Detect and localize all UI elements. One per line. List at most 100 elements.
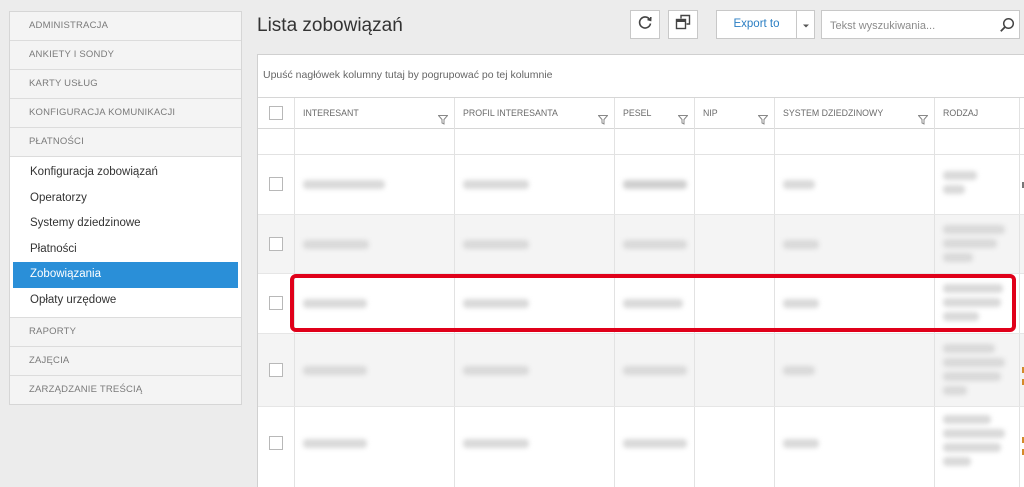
column-header-pesel[interactable]: PESEL <box>615 98 695 128</box>
search-box <box>821 10 1020 39</box>
cell-interesant <box>295 215 455 273</box>
cell-rodzaj <box>935 334 1020 406</box>
redacted-text <box>943 429 1005 438</box>
redacted-text <box>943 253 973 262</box>
column-label: PROFIL INTERESANTA <box>463 108 558 118</box>
column-header-truncated[interactable] <box>1020 98 1024 128</box>
cell-nip <box>695 215 775 273</box>
redacted-text <box>463 240 529 249</box>
redacted-text <box>623 439 687 448</box>
sidebar-section-raporty[interactable]: RAPORTY <box>10 318 241 347</box>
cell-pesel <box>615 155 695 214</box>
sidebar-section-zajecia[interactable]: ZAJĘCIA <box>10 347 241 376</box>
refresh-button[interactable] <box>630 10 660 39</box>
filter-row <box>258 128 1024 155</box>
redacted-text <box>943 239 997 248</box>
row-checkbox[interactable] <box>269 296 283 310</box>
sidebar-section-zarzadzanie-trescia[interactable]: ZARZĄDZANIE TREŚCIĄ <box>10 376 241 404</box>
page-title: Lista zobowiązań <box>257 15 403 36</box>
export-button[interactable]: Export to <box>716 10 797 39</box>
column-label: INTERESANT <box>303 108 359 118</box>
cell-system <box>775 334 935 406</box>
row-checkbox[interactable] <box>269 436 283 450</box>
redacted-text <box>943 185 965 194</box>
row-select-cell <box>258 407 295 487</box>
cell-nip <box>695 155 775 214</box>
grid-header: INTERESANT PROFIL INTERESANTA PESEL NIP … <box>258 97 1024 129</box>
table-row[interactable] <box>258 407 1024 487</box>
header-select-cell <box>258 98 295 128</box>
redacted-text <box>463 180 529 189</box>
sidebar-item-konfiguracja-zobowiazan[interactable]: Konfiguracja zobowiązań <box>13 160 238 186</box>
row-checkbox[interactable] <box>269 237 283 251</box>
cell-pesel <box>615 407 695 487</box>
caret-down-icon <box>802 16 810 34</box>
export-dropdown-button[interactable] <box>797 10 815 39</box>
filter-cell <box>615 128 695 154</box>
select-all-checkbox[interactable] <box>269 106 283 120</box>
redacted-text <box>943 344 995 353</box>
redacted-text <box>943 171 977 180</box>
column-label: PESEL <box>623 108 652 118</box>
sidebar-section-administracja[interactable]: ADMINISTRACJA <box>10 12 241 41</box>
search-input[interactable] <box>828 17 992 35</box>
column-header-rodzaj[interactable]: RODZAJ <box>935 98 1020 128</box>
redacted-text <box>783 366 815 375</box>
column-header-nip[interactable]: NIP <box>695 98 775 128</box>
filter-icon[interactable] <box>757 107 769 128</box>
row-checkbox[interactable] <box>269 363 283 377</box>
redacted-text <box>303 439 367 448</box>
cell-nip <box>695 407 775 487</box>
group-by-drop-area[interactable]: Upuść nagłówek kolumny tutaj by pogrupow… <box>263 69 553 81</box>
redacted-text <box>943 225 1005 234</box>
table-row[interactable] <box>258 334 1024 407</box>
sidebar-section-karty-uslug[interactable]: KARTY USŁUG <box>10 70 241 99</box>
filter-icon[interactable] <box>437 107 449 128</box>
column-header-interesant[interactable]: INTERESANT <box>295 98 455 128</box>
redacted-text <box>783 240 819 249</box>
filter-icon[interactable] <box>917 107 929 128</box>
sidebar-section-ankiety[interactable]: ANKIETY I SONDY <box>10 41 241 70</box>
cell-interesant <box>295 155 455 214</box>
redacted-text <box>303 180 385 189</box>
column-label: NIP <box>703 108 718 118</box>
filter-cell <box>455 128 615 154</box>
sidebar-payments-list: Konfiguracja zobowiązań Operatorzy Syste… <box>10 157 241 318</box>
redacted-text <box>783 180 815 189</box>
table-row[interactable] <box>258 155 1024 215</box>
redacted-text <box>943 457 971 466</box>
filter-icon[interactable] <box>597 107 609 128</box>
redacted-text <box>943 372 1001 381</box>
sidebar-item-operatorzy[interactable]: Operatorzy <box>13 186 238 212</box>
search-icon[interactable] <box>999 17 1015 38</box>
sidebar-item-systemy-dziedzinowe[interactable]: Systemy dziedzinowe <box>13 211 238 237</box>
sidebar-section-konfiguracja-komunikacji[interactable]: KONFIGURACJA KOMUNIKACJI <box>10 99 241 128</box>
cell-pesel <box>615 334 695 406</box>
cell-rodzaj <box>935 215 1020 273</box>
row-select-cell <box>258 334 295 406</box>
cell-interesant <box>295 334 455 406</box>
sidebar: ADMINISTRACJA ANKIETY I SONDY KARTY USŁU… <box>9 11 242 405</box>
cell-interesant <box>295 407 455 487</box>
sidebar-section-platnosci[interactable]: PŁATNOŚCI <box>10 128 241 157</box>
row-select-cell <box>258 155 295 214</box>
restore-layout-button[interactable] <box>668 10 698 39</box>
column-header-system-dziedzinowy[interactable]: SYSTEM DZIEDZINOWY <box>775 98 935 128</box>
redacted-text <box>303 240 369 249</box>
redacted-text <box>943 386 967 395</box>
cell-rodzaj <box>935 155 1020 214</box>
row-checkbox[interactable] <box>269 177 283 191</box>
cell-system <box>775 155 935 214</box>
cell-rodzaj <box>935 407 1020 487</box>
redacted-text <box>623 240 687 249</box>
filter-cell <box>695 128 775 154</box>
cell-system <box>775 407 935 487</box>
sidebar-item-oplaty-urzedowe[interactable]: Opłaty urzędowe <box>13 288 238 314</box>
sidebar-item-platnosci[interactable]: Płatności <box>13 237 238 263</box>
column-header-profil-interesanta[interactable]: PROFIL INTERESANTA <box>455 98 615 128</box>
sidebar-item-zobowiazania[interactable]: Zobowiązania <box>13 262 238 288</box>
table-row[interactable] <box>258 215 1024 274</box>
cell-pesel <box>615 215 695 273</box>
row-select-cell <box>258 215 295 273</box>
filter-icon[interactable] <box>677 107 689 128</box>
